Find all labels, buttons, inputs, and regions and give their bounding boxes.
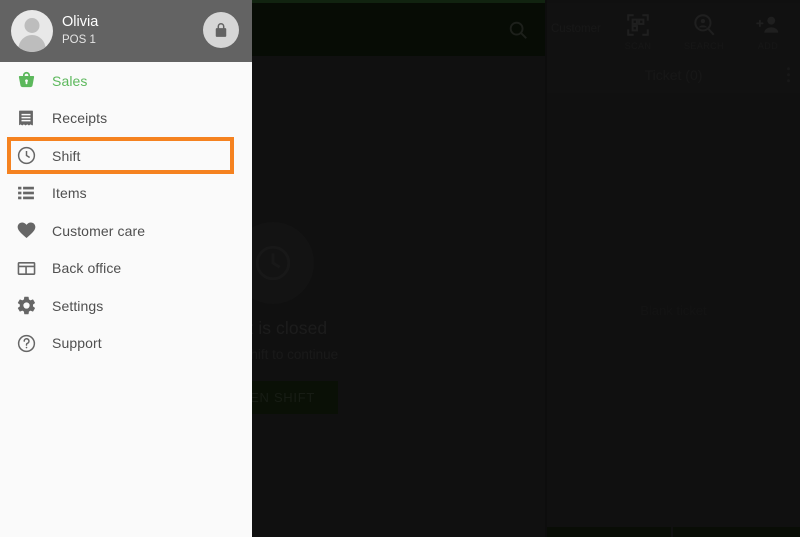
- search-label: SEARCH: [684, 40, 724, 51]
- sidebar-item-sales[interactable]: Sales: [0, 62, 252, 100]
- search-customer-button[interactable]: SEARCH: [672, 7, 736, 55]
- ticket-bottom-bar: [547, 527, 800, 537]
- help-circle-icon: [0, 333, 52, 354]
- drawer-header: Olivia POS 1: [0, 0, 252, 62]
- sidebar-item-support[interactable]: Support: [0, 325, 252, 363]
- user-subtitle: POS 1: [62, 34, 96, 46]
- sidebar-item-label: Customer care: [52, 222, 146, 239]
- ticket-body: Blank ticket: [547, 93, 800, 527]
- sidebar-item-items[interactable]: Items: [0, 175, 252, 213]
- ticket-title: Ticket (0): [644, 66, 703, 83]
- ticket-panel: Customer SCAN SEARCH ADD Ticket (0) Blan…: [547, 0, 800, 537]
- sidebar-item-label: Sales: [52, 72, 88, 89]
- add-label: ADD: [757, 40, 779, 51]
- add-customer-button[interactable]: ADD: [736, 7, 800, 55]
- sidebar-item-shift[interactable]: Shift: [0, 137, 252, 175]
- scan-button[interactable]: SCAN: [606, 7, 670, 55]
- list-icon: [0, 183, 52, 203]
- gear-icon: [0, 295, 52, 316]
- bottom-bar-left[interactable]: [547, 527, 671, 537]
- back-office-icon: [0, 258, 52, 279]
- sidebar-item-label: Receipts: [52, 110, 108, 127]
- sidebar-item-label: Support: [52, 335, 102, 352]
- avatar-icon: [11, 10, 53, 52]
- drawer-menu-list: Sales Receipts Shift Items Customer care…: [0, 62, 252, 362]
- customer-label: Customer: [551, 23, 601, 35]
- sidebar-item-receipts[interactable]: Receipts: [0, 100, 252, 138]
- kebab-menu-icon[interactable]: [786, 66, 790, 83]
- search-icon[interactable]: [503, 15, 533, 45]
- user-name: Olivia: [62, 14, 99, 30]
- pos-app-screen: Shift is closed Open shift to continue O…: [0, 0, 800, 537]
- basket-icon: [0, 70, 52, 91]
- scan-label: SCAN: [624, 40, 652, 51]
- ticket-header: Ticket (0): [547, 56, 800, 93]
- lock-icon[interactable]: [203, 12, 239, 48]
- bottom-bar-right[interactable]: [673, 527, 800, 537]
- sidebar-item-label: Back office: [52, 260, 122, 277]
- customer-toolbar: Customer SCAN SEARCH ADD: [547, 3, 800, 56]
- sidebar-item-settings[interactable]: Settings: [0, 287, 252, 325]
- sidebar-item-label: Settings: [52, 297, 104, 314]
- receipt-icon: [0, 108, 52, 128]
- sidebar-item-label: Shift: [52, 147, 81, 164]
- heart-icon: [0, 220, 52, 241]
- blank-ticket-text: Blank ticket: [640, 302, 707, 318]
- clock-icon: [0, 145, 52, 166]
- sidebar-item-back-office[interactable]: Back office: [0, 250, 252, 288]
- sidebar-item-customer-care[interactable]: Customer care: [0, 212, 252, 250]
- navigation-drawer: Olivia POS 1 Sales Receipts Shift Items …: [0, 0, 252, 537]
- sidebar-item-label: Items: [52, 185, 87, 202]
